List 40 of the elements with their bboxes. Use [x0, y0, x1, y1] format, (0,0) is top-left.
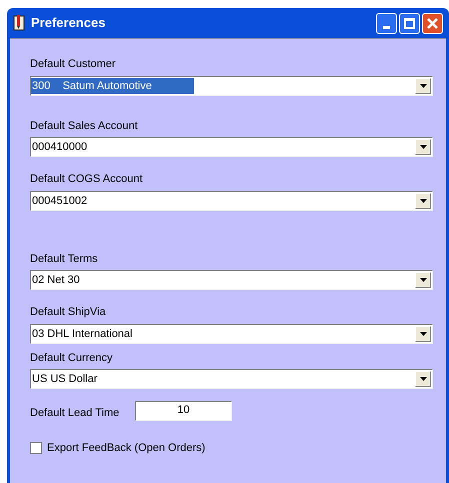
field-label: Default Lead Time — [30, 406, 120, 420]
maximize-button[interactable] — [399, 12, 420, 34]
dropdown-field[interactable]: 000410000 — [30, 137, 433, 157]
dropdown-field[interactable]: 03 DHL International — [30, 324, 433, 344]
caret-icon — [420, 332, 426, 336]
dropdown-button[interactable] — [415, 192, 431, 208]
dropdown-field[interactable]: 000451002 — [30, 190, 433, 210]
caret-icon — [420, 145, 426, 149]
lead-time-input[interactable]: 10 — [135, 401, 232, 421]
dropdown-field[interactable]: US US Dollar — [30, 369, 433, 389]
field-value: 300 Satum Automotive — [31, 78, 194, 94]
minimize-button[interactable] — [376, 12, 397, 34]
window-title: Preferences — [31, 14, 106, 32]
field-label: Default Currency — [30, 350, 113, 366]
checkbox[interactable] — [30, 442, 42, 454]
dropdown-button[interactable] — [415, 78, 431, 94]
field-value: 000410000 — [31, 140, 88, 155]
caret-icon — [420, 84, 426, 88]
dropdown-button[interactable] — [415, 272, 431, 288]
field-label: Default Sales Account — [30, 118, 138, 134]
caret-icon — [420, 377, 426, 381]
checkbox-label: Export FeedBack (Open Orders) — [47, 441, 206, 456]
field-value: US US Dollar — [31, 372, 98, 387]
pencil-icon — [13, 15, 25, 31]
field-label: Default COGS Account — [30, 172, 142, 187]
close-icon — [427, 18, 438, 28]
dropdown-field[interactable]: 02 Net 30 — [30, 270, 433, 290]
close-button[interactable] — [422, 12, 443, 34]
dropdown-button[interactable] — [415, 326, 431, 342]
caret-icon — [420, 278, 426, 282]
field-label: Default Terms — [30, 252, 98, 266]
dropdown-field[interactable]: 300 Satum Automotive — [30, 76, 433, 96]
caret-icon — [420, 198, 426, 202]
field-label: Default Customer — [30, 57, 116, 72]
field-value: 02 Net 30 — [31, 273, 80, 288]
dropdown-button[interactable] — [415, 139, 431, 155]
field-value: 03 DHL International — [31, 326, 132, 342]
field-label: Default ShipVia — [30, 305, 106, 320]
dropdown-button[interactable] — [415, 371, 431, 387]
field-value: 000451002 — [31, 194, 88, 208]
